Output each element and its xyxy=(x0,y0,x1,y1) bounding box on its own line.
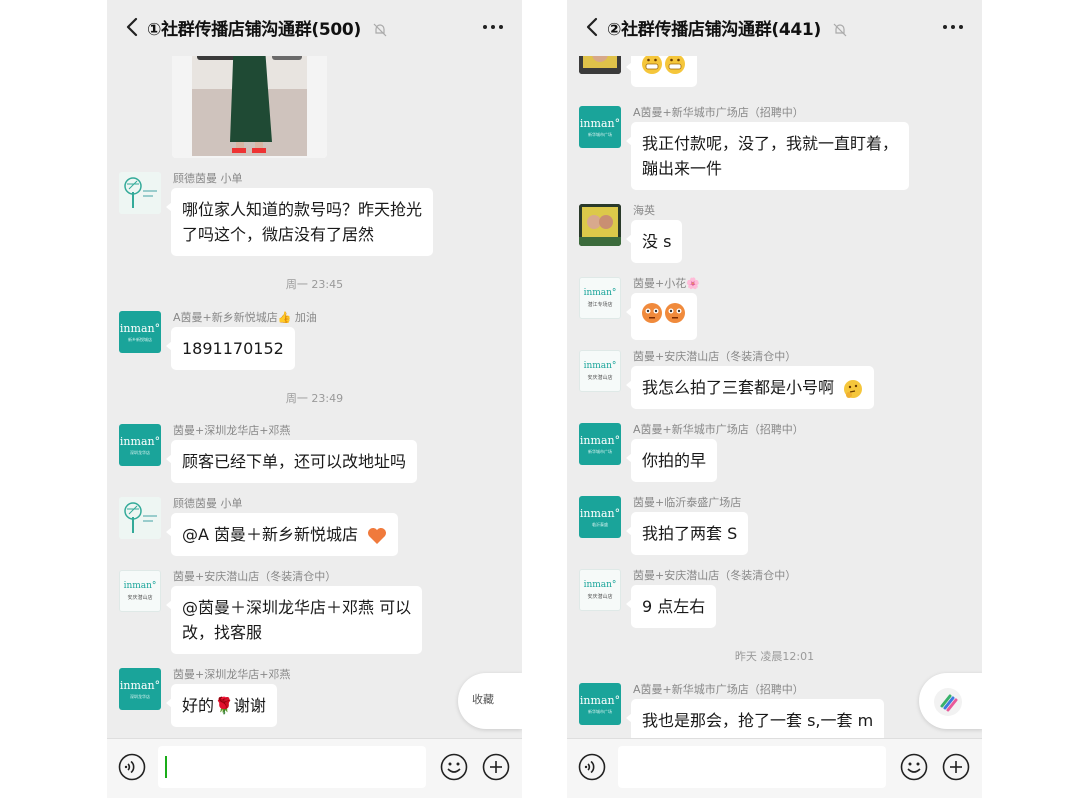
heart-icon xyxy=(368,527,387,544)
message-text: 顾客已经下单，还可以改地址吗 xyxy=(182,452,407,471)
avatar[interactable]: inman° 安庆潜山店 xyxy=(579,350,621,392)
sender-name: 顾德茵曼 小单 xyxy=(173,172,243,185)
avatar[interactable]: inman° 潜江专场店 xyxy=(579,277,621,319)
message-text: 了吗这个，微店没有了居然 xyxy=(182,225,375,244)
chat-header: ②社群传播店铺沟通群(441) xyxy=(567,0,982,56)
input-bar xyxy=(567,738,982,798)
message-bubble[interactable]: 1891170152 xyxy=(166,327,295,370)
chat-title: ②社群传播店铺沟通群(441) xyxy=(607,15,847,40)
message-bubble[interactable]: @A 茵曼＋新乡新悦城店 xyxy=(165,513,399,556)
message-text: @茵曼＋深圳龙华店＋邓燕 可以 xyxy=(182,598,412,617)
message-text: 9 点左右 xyxy=(642,597,706,616)
input-bar xyxy=(107,738,522,798)
message-bubble[interactable]: 我拍了两套 S xyxy=(625,512,749,555)
sender-name: 茵曼+安庆潜山店（冬装清仓中） xyxy=(173,570,337,583)
sender-name: A茵曼+新华城市广场店（招聘中） xyxy=(633,106,804,119)
avatar[interactable] xyxy=(579,204,621,246)
sender-name: 海英 xyxy=(633,204,655,217)
floating-window-button[interactable] xyxy=(919,673,982,729)
sender-name: A茵曼+新华城市广场店（招聘中） xyxy=(633,683,804,696)
avatar[interactable]: inman° 深圳龙华店 xyxy=(119,424,161,466)
multitask-icon xyxy=(934,688,962,716)
sender-name: 茵曼+安庆潜山店（冬装清仓中） xyxy=(633,350,797,363)
sender-name: 茵曼+深圳龙华店+邓燕 xyxy=(173,668,291,681)
message-text: 我怎么拍了三套都是小号啊 xyxy=(642,378,835,397)
avatar[interactable]: inman° 安庆潜山店 xyxy=(119,570,161,612)
message-bubble[interactable] xyxy=(626,293,697,340)
voice-icon[interactable] xyxy=(118,753,146,781)
voice-icon[interactable] xyxy=(578,753,606,781)
timestamp: 周一 23:45 xyxy=(285,278,344,291)
message-text: 我正付款呢，没了，我就一直盯着， xyxy=(642,134,899,153)
avatar[interactable]: inman° 临沂泰盛 xyxy=(579,496,621,538)
grin-emoji-icon xyxy=(642,54,685,74)
avatar[interactable]: inman° 新华城市广场 xyxy=(579,683,621,725)
sender-name: 茵曼+安庆潜山店（冬装清仓中） xyxy=(633,569,797,582)
avatar[interactable]: inman° 深圳龙华店 xyxy=(119,668,161,710)
message-text: 我拍了两套 S xyxy=(642,524,738,543)
mute-bell-icon xyxy=(833,23,846,37)
avatar[interactable]: inman° 新华城市广场 xyxy=(579,106,621,148)
message-text: 蹦出来一件 xyxy=(642,159,723,178)
message-list[interactable]: inman° 新华城市广场 A茵曼+新华城市广场店（招聘中） 我正付款呢，没了，… xyxy=(567,0,982,742)
avatar[interactable]: inman° 安庆潜山店 xyxy=(579,569,621,611)
message-bubble[interactable]: 没 s xyxy=(625,220,683,263)
back-arrow-icon[interactable] xyxy=(581,13,603,41)
message-text: 我也是那会，抢了一套 s,一套 m xyxy=(642,711,874,730)
message-text: 没 s xyxy=(642,232,672,251)
message-text: 好的🌹谢谢 xyxy=(182,696,266,715)
message-text: 哪位家人知道的款号吗？昨天抢光 xyxy=(182,200,423,219)
sender-name: 茵曼+临沂泰盛广场店 xyxy=(633,496,742,509)
message-bubble[interactable]: @茵曼＋深圳龙华店＋邓燕 可以 改，找客服 xyxy=(165,586,423,654)
avatar[interactable]: inman° 新乡新悦城店 xyxy=(119,311,161,353)
text-caret xyxy=(165,756,167,778)
message-bubble[interactable]: 我怎么拍了三套都是小号啊 xyxy=(625,366,875,409)
chat-window-right: inman° 新华城市广场 A茵曼+新华城市广场店（招聘中） 我正付款呢，没了，… xyxy=(567,0,982,798)
avatar[interactable] xyxy=(119,497,161,539)
timestamp: 周一 23:49 xyxy=(285,392,344,405)
message-bubble[interactable]: 顾客已经下单，还可以改地址吗 xyxy=(165,440,418,483)
message-text: 1891170152 xyxy=(182,339,284,358)
plus-icon[interactable] xyxy=(942,753,970,781)
emoji-icon[interactable] xyxy=(440,753,468,781)
sender-name: 顾德茵曼 小单 xyxy=(173,497,243,510)
message-input[interactable] xyxy=(618,746,886,788)
thinking-emoji-icon xyxy=(844,379,863,398)
message-bubble[interactable]: 哪位家人知道的款号吗？昨天抢光 了吗这个，微店没有了居然 xyxy=(165,188,434,256)
avatar[interactable]: inman° 新华城市广场 xyxy=(579,423,621,465)
message-bubble[interactable]: 好的🌹谢谢 xyxy=(166,684,277,727)
message-bubble[interactable]: 你拍的早 xyxy=(625,439,718,482)
message-text: @A 茵曼＋新乡新悦城店 xyxy=(182,525,359,544)
plus-icon[interactable] xyxy=(482,753,510,781)
flushed-emoji-icon xyxy=(642,303,685,323)
favorites-label: 收藏 xyxy=(472,693,494,706)
mute-bell-icon xyxy=(373,23,386,37)
more-dots-icon[interactable] xyxy=(940,16,966,38)
message-bubble[interactable]: 我也是那会，抢了一套 s,一套 m xyxy=(625,699,885,742)
sender-name: A茵曼+新乡新悦城店👍 加油 xyxy=(173,311,317,324)
message-bubble[interactable]: 我正付款呢，没了，我就一直盯着， 蹦出来一件 xyxy=(625,122,910,190)
sender-name: A茵曼+新华城市广场店（招聘中） xyxy=(633,423,804,436)
message-bubble[interactable]: 9 点左右 xyxy=(625,585,717,628)
timestamp: 昨天 凌晨12:01 xyxy=(734,650,815,663)
emoji-icon[interactable] xyxy=(900,753,928,781)
message-input[interactable] xyxy=(158,746,426,788)
chat-title: ①社群传播店铺沟通群(500) xyxy=(147,15,387,40)
message-text: 改，找客服 xyxy=(182,623,263,642)
message-text: 你拍的早 xyxy=(642,451,707,470)
favorites-float-button[interactable]: 收藏 xyxy=(458,673,522,729)
back-arrow-icon[interactable] xyxy=(121,13,143,41)
chat-header: ①社群传播店铺沟通群(500) xyxy=(107,0,522,56)
message-list[interactable]: 顾德茵曼 小单 哪位家人知道的款号吗？昨天抢光 了吗这个，微店没有了居然 周一 … xyxy=(107,0,522,740)
more-dots-icon[interactable] xyxy=(480,16,506,38)
chat-window-left: 顾德茵曼 小单 哪位家人知道的款号吗？昨天抢光 了吗这个，微店没有了居然 周一 … xyxy=(107,0,522,798)
avatar[interactable] xyxy=(119,172,161,214)
sender-name: 茵曼+深圳龙华店+邓燕 xyxy=(173,424,291,437)
sender-name: 茵曼+小花🌸 xyxy=(633,277,700,290)
